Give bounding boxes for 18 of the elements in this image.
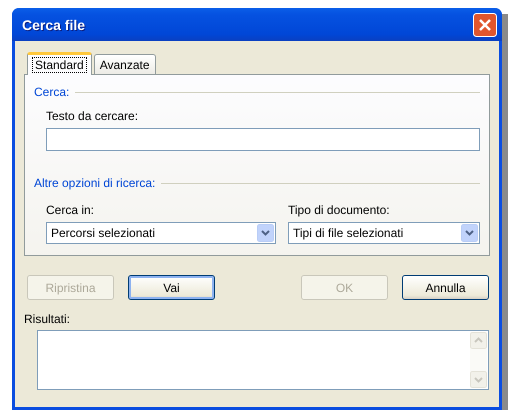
scroll-up-icon[interactable] <box>470 332 487 349</box>
dialog-button[interactable]: Vai <box>128 275 215 300</box>
scroll-down-icon[interactable] <box>470 371 487 388</box>
search-text-field[interactable] <box>46 128 480 151</box>
field-label: Testo da cercare: <box>46 109 140 123</box>
section-heading: Cerca: <box>34 85 70 99</box>
tab[interactable]: Standard <box>27 52 92 75</box>
results-label: Risultati: <box>24 312 72 326</box>
dropdown[interactable]: Tipi di file selezionati <box>288 222 480 244</box>
window-title: Cerca file <box>22 16 86 32</box>
tab[interactable]: Avanzate <box>94 54 156 74</box>
dialog-button[interactable]: Annulla <box>402 275 489 300</box>
close-icon[interactable] <box>473 12 497 36</box>
results-list[interactable] <box>37 330 489 390</box>
section-heading: Altre opzioni di ricerca: <box>34 176 156 190</box>
field-label: Cerca in: <box>46 203 96 217</box>
field-label: Tipo di documento: <box>288 203 391 217</box>
dropdown[interactable]: Percorsi selezionati <box>46 222 276 244</box>
